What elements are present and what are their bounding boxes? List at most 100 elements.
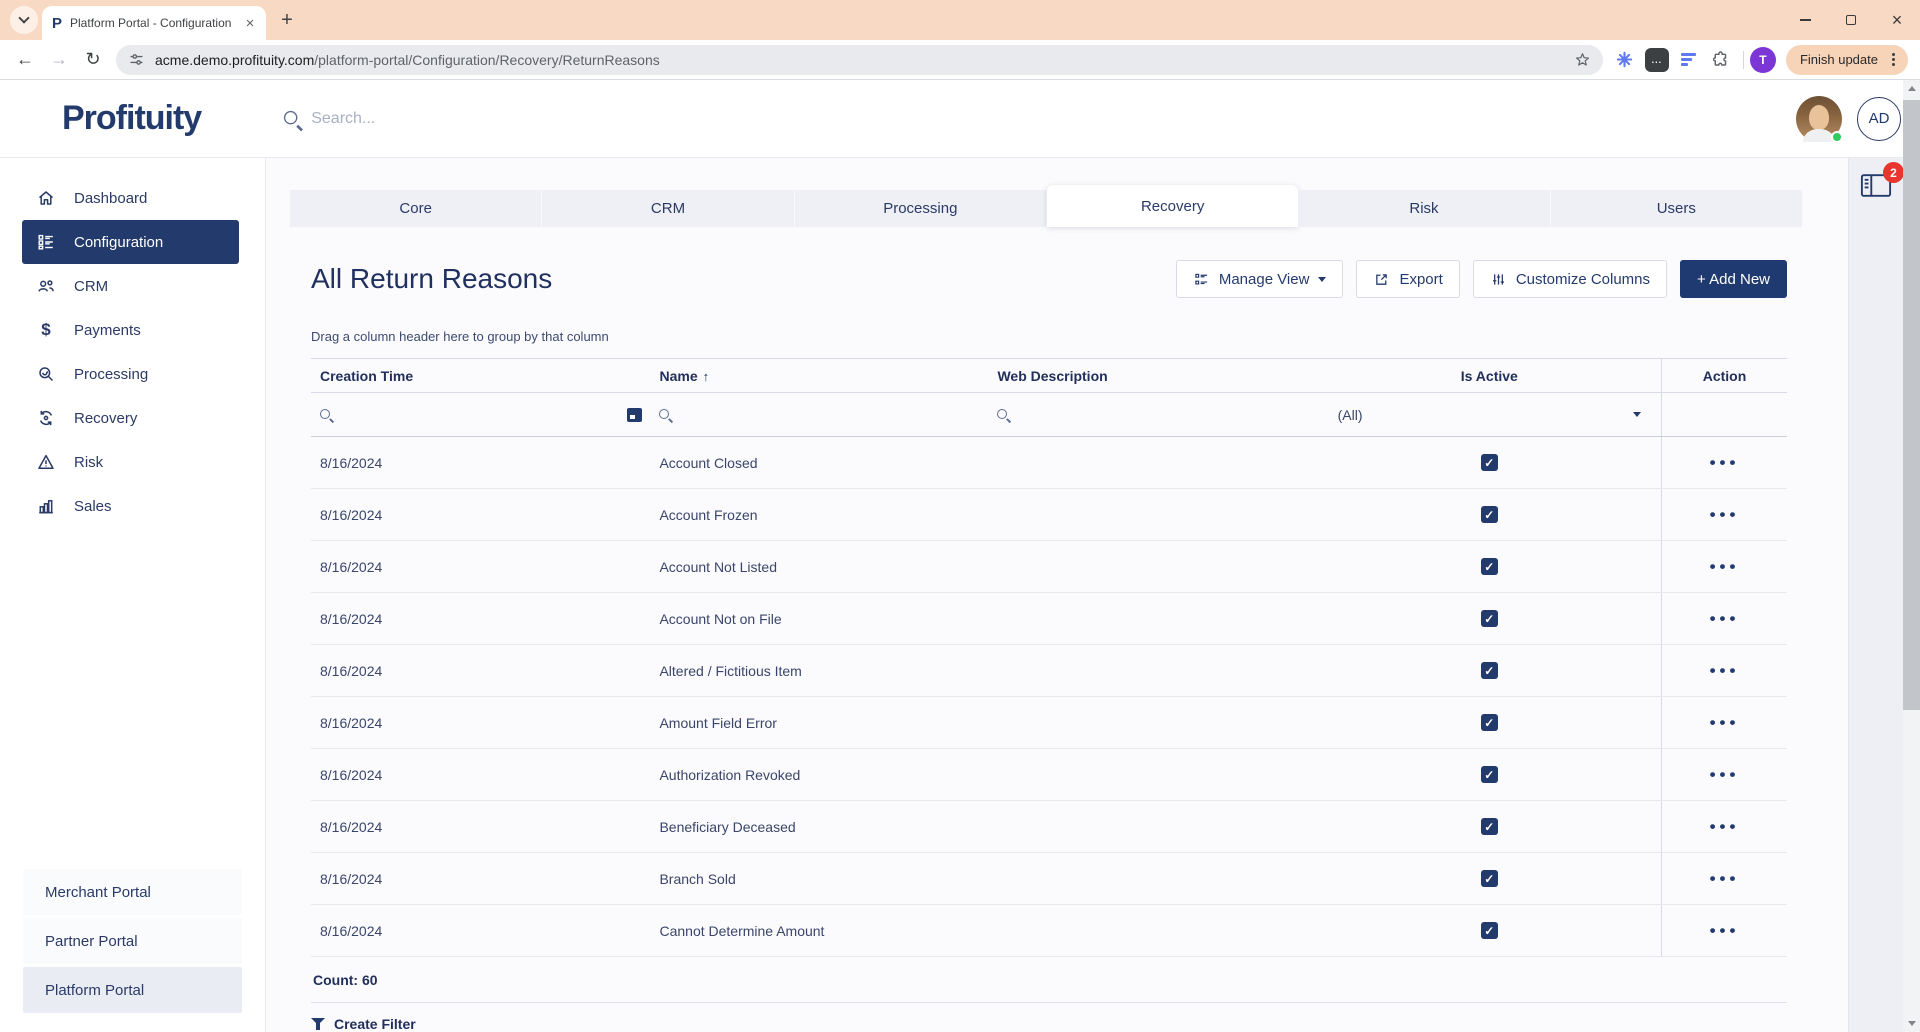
sidebar-item-configuration[interactable]: Configuration bbox=[22, 220, 239, 264]
reload-button[interactable]: ↻ bbox=[76, 44, 110, 76]
table-row[interactable]: 8/16/2024 Beneficiary Deceased bbox=[311, 801, 1787, 853]
scroll-down-arrow[interactable] bbox=[1903, 1015, 1920, 1032]
web-description-cell bbox=[988, 489, 1317, 541]
bookmark-star-icon[interactable] bbox=[1574, 51, 1591, 68]
create-filter-button[interactable]: Create Filter bbox=[311, 1003, 1787, 1032]
is-active-checkbox[interactable] bbox=[1481, 714, 1498, 731]
table-row[interactable]: 8/16/2024 Account Not Listed bbox=[311, 541, 1787, 593]
user-avatar[interactable] bbox=[1796, 96, 1842, 142]
extension-chat-icon[interactable]: ... bbox=[1641, 44, 1673, 76]
sidebar-item-risk[interactable]: Risk bbox=[22, 440, 239, 484]
row-actions-button[interactable] bbox=[1710, 609, 1740, 629]
page-scrollbar[interactable] bbox=[1903, 80, 1920, 1032]
browser-tab[interactable]: P Platform Portal - Configuration bbox=[42, 6, 266, 40]
portal-link-partner[interactable]: Partner Portal bbox=[23, 918, 242, 964]
maximize-button[interactable] bbox=[1828, 0, 1874, 40]
is-active-checkbox[interactable] bbox=[1481, 766, 1498, 783]
is-active-checkbox[interactable] bbox=[1481, 922, 1498, 939]
sidebar-item-payments[interactable]: $ Payments bbox=[22, 308, 239, 352]
global-search-input[interactable]: Search... bbox=[285, 110, 785, 128]
finish-update-button[interactable]: Finish update bbox=[1786, 45, 1908, 75]
table-row[interactable]: 8/16/2024 Branch Sold bbox=[311, 853, 1787, 905]
is-active-checkbox[interactable] bbox=[1481, 662, 1498, 679]
new-tab-button[interactable] bbox=[274, 7, 300, 33]
table-row[interactable]: 8/16/2024 Cannot Determine Amount bbox=[311, 905, 1787, 957]
tab-core[interactable]: Core bbox=[290, 190, 542, 227]
web-description-filter-input[interactable] bbox=[996, 393, 1309, 436]
home-icon bbox=[36, 188, 56, 208]
calendar-icon[interactable] bbox=[627, 407, 642, 422]
table-row[interactable]: 8/16/2024 Authorization Revoked bbox=[311, 749, 1787, 801]
extension-burst-icon[interactable] bbox=[1609, 44, 1641, 76]
column-header-is-active[interactable]: Is Active bbox=[1318, 359, 1662, 393]
is-active-checkbox[interactable] bbox=[1481, 558, 1498, 575]
sidebar-item-processing[interactable]: Processing bbox=[22, 352, 239, 396]
table-row[interactable]: 8/16/2024 Amount Field Error bbox=[311, 697, 1787, 749]
scroll-up-arrow[interactable] bbox=[1903, 80, 1920, 97]
row-actions-button[interactable] bbox=[1710, 505, 1740, 525]
browser-menu-kebab-icon[interactable] bbox=[1882, 49, 1904, 71]
name-filter-input[interactable] bbox=[658, 393, 980, 436]
tab-recovery[interactable]: Recovery bbox=[1047, 185, 1298, 227]
sidebar-item-crm[interactable]: CRM bbox=[22, 264, 239, 308]
row-actions-button[interactable] bbox=[1710, 453, 1740, 473]
app-logo[interactable]: Profituity bbox=[62, 99, 201, 138]
row-actions-button[interactable] bbox=[1710, 661, 1740, 681]
notifications-panel-button[interactable]: 2 bbox=[1860, 172, 1892, 204]
manage-view-button[interactable]: Manage View bbox=[1176, 260, 1344, 298]
url-text[interactable]: acme.demo.profituity.com/platform-portal… bbox=[155, 52, 1574, 68]
sidebar-item-dashboard[interactable]: Dashboard bbox=[22, 176, 239, 220]
table-row[interactable]: 8/16/2024 Account Frozen bbox=[311, 489, 1787, 541]
minimize-button[interactable] bbox=[1782, 0, 1828, 40]
url-bar[interactable]: acme.demo.profituity.com/platform-portal… bbox=[116, 45, 1603, 75]
back-button[interactable]: ← bbox=[8, 44, 42, 76]
creation-time-filter-input[interactable] bbox=[319, 393, 642, 436]
tab-close-icon[interactable] bbox=[242, 15, 258, 31]
row-actions-button[interactable] bbox=[1710, 921, 1740, 941]
tab-risk[interactable]: Risk bbox=[1298, 190, 1550, 227]
tab-processing[interactable]: Processing bbox=[795, 190, 1047, 227]
table-row[interactable]: 8/16/2024 Altered / Fictitious Item bbox=[311, 645, 1787, 697]
magnifier-gear-icon bbox=[36, 364, 56, 384]
table-row[interactable]: 8/16/2024 Account Closed bbox=[311, 437, 1787, 489]
dollar-icon: $ bbox=[36, 320, 56, 340]
extension-bars-icon[interactable] bbox=[1673, 44, 1705, 76]
create-filter-label: Create Filter bbox=[334, 1016, 416, 1032]
table-row[interactable]: 8/16/2024 Account Not on File bbox=[311, 593, 1787, 645]
row-actions-button[interactable] bbox=[1710, 869, 1740, 889]
tab-users[interactable]: Users bbox=[1551, 190, 1802, 227]
export-button[interactable]: Export bbox=[1356, 260, 1459, 298]
user-initials-badge[interactable]: AD bbox=[1857, 97, 1901, 141]
portal-link-platform[interactable]: Platform Portal bbox=[23, 967, 242, 1013]
is-active-checkbox[interactable] bbox=[1481, 610, 1498, 627]
browser-profile-avatar[interactable]: T bbox=[1750, 47, 1776, 73]
column-header-web-description[interactable]: Web Description bbox=[988, 359, 1317, 393]
forward-button[interactable]: → bbox=[42, 44, 76, 76]
config-icon bbox=[36, 232, 56, 252]
add-new-button[interactable]: + Add New bbox=[1680, 260, 1787, 298]
extensions-puzzle-icon[interactable] bbox=[1705, 44, 1737, 76]
row-actions-button[interactable] bbox=[1710, 765, 1740, 785]
close-button[interactable] bbox=[1874, 0, 1920, 40]
tab-crm[interactable]: CRM bbox=[542, 190, 794, 227]
column-header-name[interactable]: Name bbox=[650, 359, 988, 393]
column-header-creation-time[interactable]: Creation Time bbox=[311, 359, 650, 393]
sidebar-item-recovery[interactable]: Recovery bbox=[22, 396, 239, 440]
customize-columns-button[interactable]: Customize Columns bbox=[1473, 260, 1667, 298]
creation-time-cell: 8/16/2024 bbox=[311, 905, 650, 957]
is-active-checkbox[interactable] bbox=[1481, 818, 1498, 835]
site-info-icon[interactable] bbox=[128, 51, 145, 68]
portal-link-merchant[interactable]: Merchant Portal bbox=[23, 869, 242, 915]
row-actions-button[interactable] bbox=[1710, 713, 1740, 733]
scrollbar-thumb[interactable] bbox=[1903, 100, 1920, 710]
is-active-checkbox[interactable] bbox=[1481, 506, 1498, 523]
sidebar-item-sales[interactable]: Sales bbox=[22, 484, 239, 528]
name-cell: Account Closed bbox=[650, 437, 988, 489]
is-active-checkbox[interactable] bbox=[1481, 454, 1498, 471]
row-actions-button[interactable] bbox=[1710, 557, 1740, 577]
search-icon bbox=[319, 408, 333, 422]
tab-search-button[interactable] bbox=[10, 6, 38, 34]
is-active-checkbox[interactable] bbox=[1481, 870, 1498, 887]
is-active-filter-select[interactable]: (All) bbox=[1326, 393, 1653, 436]
row-actions-button[interactable] bbox=[1710, 817, 1740, 837]
